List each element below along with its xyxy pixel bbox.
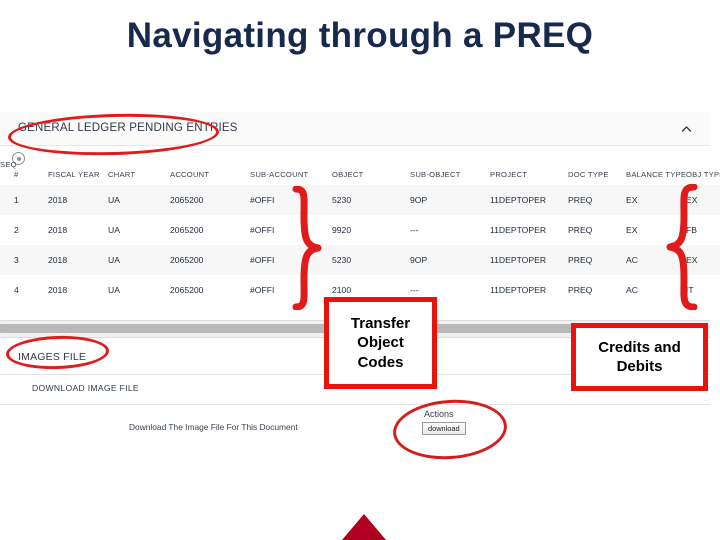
download-button[interactable]: download — [422, 422, 466, 435]
glpe-section-title: GENERAL LEDGER PENDING ENTRIES — [18, 122, 238, 134]
cell-balance-type: EX — [626, 185, 686, 215]
callout-line: Transfer — [350, 315, 411, 333]
column-header-doc-type[interactable]: DOC TYPE — [568, 170, 626, 185]
column-header-sub-object[interactable]: SUB-OBJECT — [410, 170, 490, 185]
column-header-seq[interactable]: SEQ # — [0, 160, 48, 185]
cell-balance-type: AC — [626, 245, 686, 275]
column-header-seq-line2: # — [14, 170, 19, 179]
cell-project: 11DEPTOPER — [490, 215, 568, 245]
cell-seq: 1 — [0, 185, 48, 215]
cell-chart: UA — [108, 185, 170, 215]
callout-credits-and-debits: Credits and Debits — [571, 323, 708, 391]
cell-project: 11DEPTOPER — [490, 245, 568, 275]
embedded-screenshot: GENERAL LEDGER PENDING ENTRIES SEQ # FIS… — [0, 112, 720, 462]
table-row[interactable]: 3 2018 UA 2065200 #OFFI 5230 9OP 11DEPTO… — [0, 245, 720, 275]
cell-sub-account: #OFFI — [250, 185, 332, 215]
cell-balance-type: EX — [626, 215, 686, 245]
column-header-project[interactable]: PROJECT — [490, 170, 568, 185]
cell-sub-object: --- — [410, 215, 490, 245]
callout-line: Debits — [616, 358, 663, 375]
cell-fiscal-year: 2018 — [48, 275, 108, 305]
column-header-sub-account[interactable]: SUB-ACCOUNT — [250, 170, 332, 185]
download-image-file-label: DOWNLOAD IMAGE FILE — [32, 383, 139, 393]
cell-account: 2065200 — [170, 215, 250, 245]
callout-line: Object — [357, 334, 404, 352]
table-row[interactable]: 2 2018 UA 2065200 #OFFI 9920 --- 11DEPTO… — [0, 215, 720, 245]
table-row[interactable]: 1 2018 UA 2065200 #OFFI 5230 9OP 11DEPTO… — [0, 185, 720, 215]
cell-project: 11DEPTOPER — [490, 185, 568, 215]
cell-seq: 2 — [0, 215, 48, 245]
cell-balance-type: AC — [626, 275, 686, 305]
cell-obj-type: IT — [686, 275, 720, 305]
column-header-account[interactable]: ACCOUNT — [170, 170, 250, 185]
cell-doc-type: PREQ — [568, 215, 626, 245]
cell-chart: UA — [108, 215, 170, 245]
column-header-balance-type[interactable]: BALANCE TYPE — [626, 170, 686, 185]
general-ledger-pending-entries-table: SEQ # FISCAL YEAR CHART ACCOUNT SUB-ACCO… — [0, 160, 720, 305]
callout-line: Codes — [357, 353, 404, 371]
cell-sub-object: 9OP — [410, 185, 490, 215]
cell-fiscal-year: 2018 — [48, 185, 108, 215]
cell-sub-account: #OFFI — [250, 275, 332, 305]
cell-sub-account: #OFFI — [250, 215, 332, 245]
cell-seq: 3 — [0, 245, 48, 275]
cell-object: 5230 — [332, 245, 410, 275]
cell-sub-object: 9OP — [410, 245, 490, 275]
table-header-row: SEQ # FISCAL YEAR CHART ACCOUNT SUB-ACCO… — [0, 160, 720, 185]
column-header-chart[interactable]: CHART — [108, 170, 170, 185]
cell-account: 2065200 — [170, 275, 250, 305]
column-header-obj-type[interactable]: OBJ TYPE — [686, 170, 720, 185]
cell-obj-type: FB — [686, 215, 720, 245]
page-title: Navigating through a PREQ — [126, 16, 594, 55]
document-description: Download The Image File For This Documen… — [129, 422, 298, 432]
callout-transfer-object-codes: Transfer Object Codes — [324, 297, 437, 389]
column-header-fiscal-year[interactable]: FISCAL YEAR — [48, 170, 108, 185]
cell-fiscal-year: 2018 — [48, 215, 108, 245]
cell-chart: UA — [108, 245, 170, 275]
cell-sub-account: #OFFI — [250, 245, 332, 275]
glpe-section-header[interactable]: GENERAL LEDGER PENDING ENTRIES — [0, 112, 710, 146]
cell-account: 2065200 — [170, 185, 250, 215]
cell-project: 11DEPTOPER — [490, 275, 568, 305]
cell-fiscal-year: 2018 — [48, 245, 108, 275]
cell-object: 5230 — [332, 185, 410, 215]
column-header-object[interactable]: OBJECT — [332, 170, 410, 185]
cell-obj-type: EX — [686, 185, 720, 215]
cell-seq: 4 — [0, 275, 48, 305]
actions-label: Actions — [424, 409, 454, 419]
cell-chart: UA — [108, 275, 170, 305]
cell-account: 2065200 — [170, 245, 250, 275]
images-file-title: IMAGES FILE — [18, 351, 87, 363]
cell-doc-type: PREQ — [568, 185, 626, 215]
nav-up-triangle-icon[interactable] — [342, 514, 386, 540]
cell-object: 9920 — [332, 215, 410, 245]
column-header-seq-line1: SEQ — [0, 160, 17, 169]
chevron-up-icon[interactable] — [681, 124, 692, 135]
callout-line: Credits and — [598, 338, 681, 356]
cell-doc-type: PREQ — [568, 275, 626, 305]
cell-doc-type: PREQ — [568, 245, 626, 275]
cell-obj-type: EX — [686, 245, 720, 275]
